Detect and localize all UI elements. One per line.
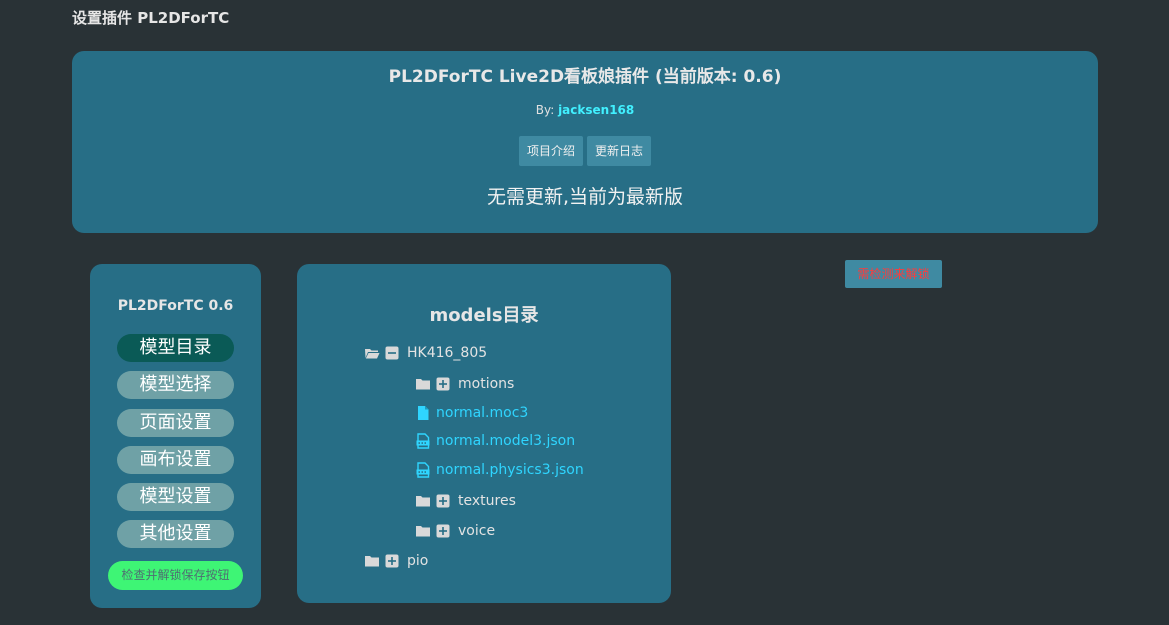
sidebar-item-model-settings[interactable]: 模型设置: [117, 483, 234, 512]
page-title: 设置插件 PL2DForTC: [72, 9, 230, 27]
sidebar-title: PL2DForTC 0.6: [117, 298, 234, 314]
json-file-icon: [416, 462, 430, 478]
settings-page: 设置插件 PL2DForTC PL2DForTC Live2D看板娘插件 (当前…: [0, 0, 1169, 625]
models-tree-card: models目录 HK416_805 motions normal.moc3 n…: [297, 264, 671, 603]
sidebar-item-other-settings[interactable]: 其他设置: [117, 520, 234, 549]
tree-node-label: textures: [458, 493, 516, 509]
expand-icon[interactable]: [436, 494, 450, 508]
update-status-text: 无需更新,当前为最新版: [486, 186, 684, 208]
expand-icon[interactable]: [385, 554, 399, 568]
file-icon: [418, 406, 429, 420]
sidebar-item-model-directory[interactable]: 模型目录: [117, 334, 234, 362]
author-prefix: By:: [535, 103, 559, 117]
expand-icon[interactable]: [436, 524, 450, 538]
tree-node-label: motions: [458, 376, 515, 392]
tree-node-label: normal.moc3: [436, 405, 529, 421]
collapse-icon[interactable]: [385, 346, 399, 360]
author-line: By: jacksen168: [72, 103, 1098, 117]
tree-node-textures[interactable]: textures: [415, 491, 516, 511]
tree-node-motions[interactable]: motions: [415, 374, 514, 394]
project-intro-button[interactable]: 项目介绍: [518, 136, 583, 166]
json-file-icon: [416, 433, 430, 449]
folder-open-icon: [365, 349, 380, 359]
unlock-save-button[interactable]: 检查并解锁保存按钮: [108, 561, 243, 590]
plugin-header-card: PL2DForTC Live2D看板娘插件 (当前版本: 0.6) By: ja…: [72, 51, 1098, 233]
sidebar-item-model-select[interactable]: 模型选择: [117, 371, 234, 400]
check-unlock-button[interactable]: 需检测来解锁: [845, 260, 942, 288]
tree-node-label: HK416_805: [407, 345, 488, 361]
folder-icon: [416, 379, 430, 390]
tree-node-label: pio: [407, 553, 429, 569]
tree-node-label: voice: [458, 523, 496, 539]
folder-icon: [416, 496, 430, 507]
sidebar-item-page-settings[interactable]: 页面设置: [117, 408, 234, 437]
expand-icon[interactable]: [436, 377, 450, 391]
tree-node-normal-physics3-json[interactable]: normal.physics3.json: [415, 460, 584, 480]
tree-title: models目录: [429, 305, 539, 326]
tree-node-label: normal.model3.json: [436, 433, 576, 449]
author-link[interactable]: jacksen168: [558, 103, 634, 117]
changelog-button[interactable]: 更新日志: [587, 136, 652, 166]
sidebar-item-canvas-settings[interactable]: 画布设置: [117, 445, 234, 474]
tree-node-hk416[interactable]: HK416_805: [364, 343, 487, 363]
sidebar: PL2DForTC 0.6 模型目录 模型选择 页面设置 画布设置 模型设置 其…: [90, 264, 261, 608]
header-button-group: 项目介绍 更新日志: [72, 136, 1098, 166]
tree-node-label: normal.physics3.json: [436, 462, 584, 478]
folder-icon: [365, 556, 379, 567]
plugin-title: PL2DForTC Live2D看板娘插件 (当前版本: 0.6): [388, 67, 782, 87]
tree-node-normal-model3-json[interactable]: normal.model3.json: [415, 431, 575, 451]
folder-icon: [416, 526, 430, 537]
tree-node-normal-moc3[interactable]: normal.moc3: [415, 403, 528, 423]
sidebar-menu: 模型目录 模型选择 页面设置 画布设置 模型设置 其他设置: [117, 334, 234, 558]
tree-node-pio[interactable]: pio: [364, 551, 428, 571]
tree-node-voice[interactable]: voice: [415, 521, 495, 541]
